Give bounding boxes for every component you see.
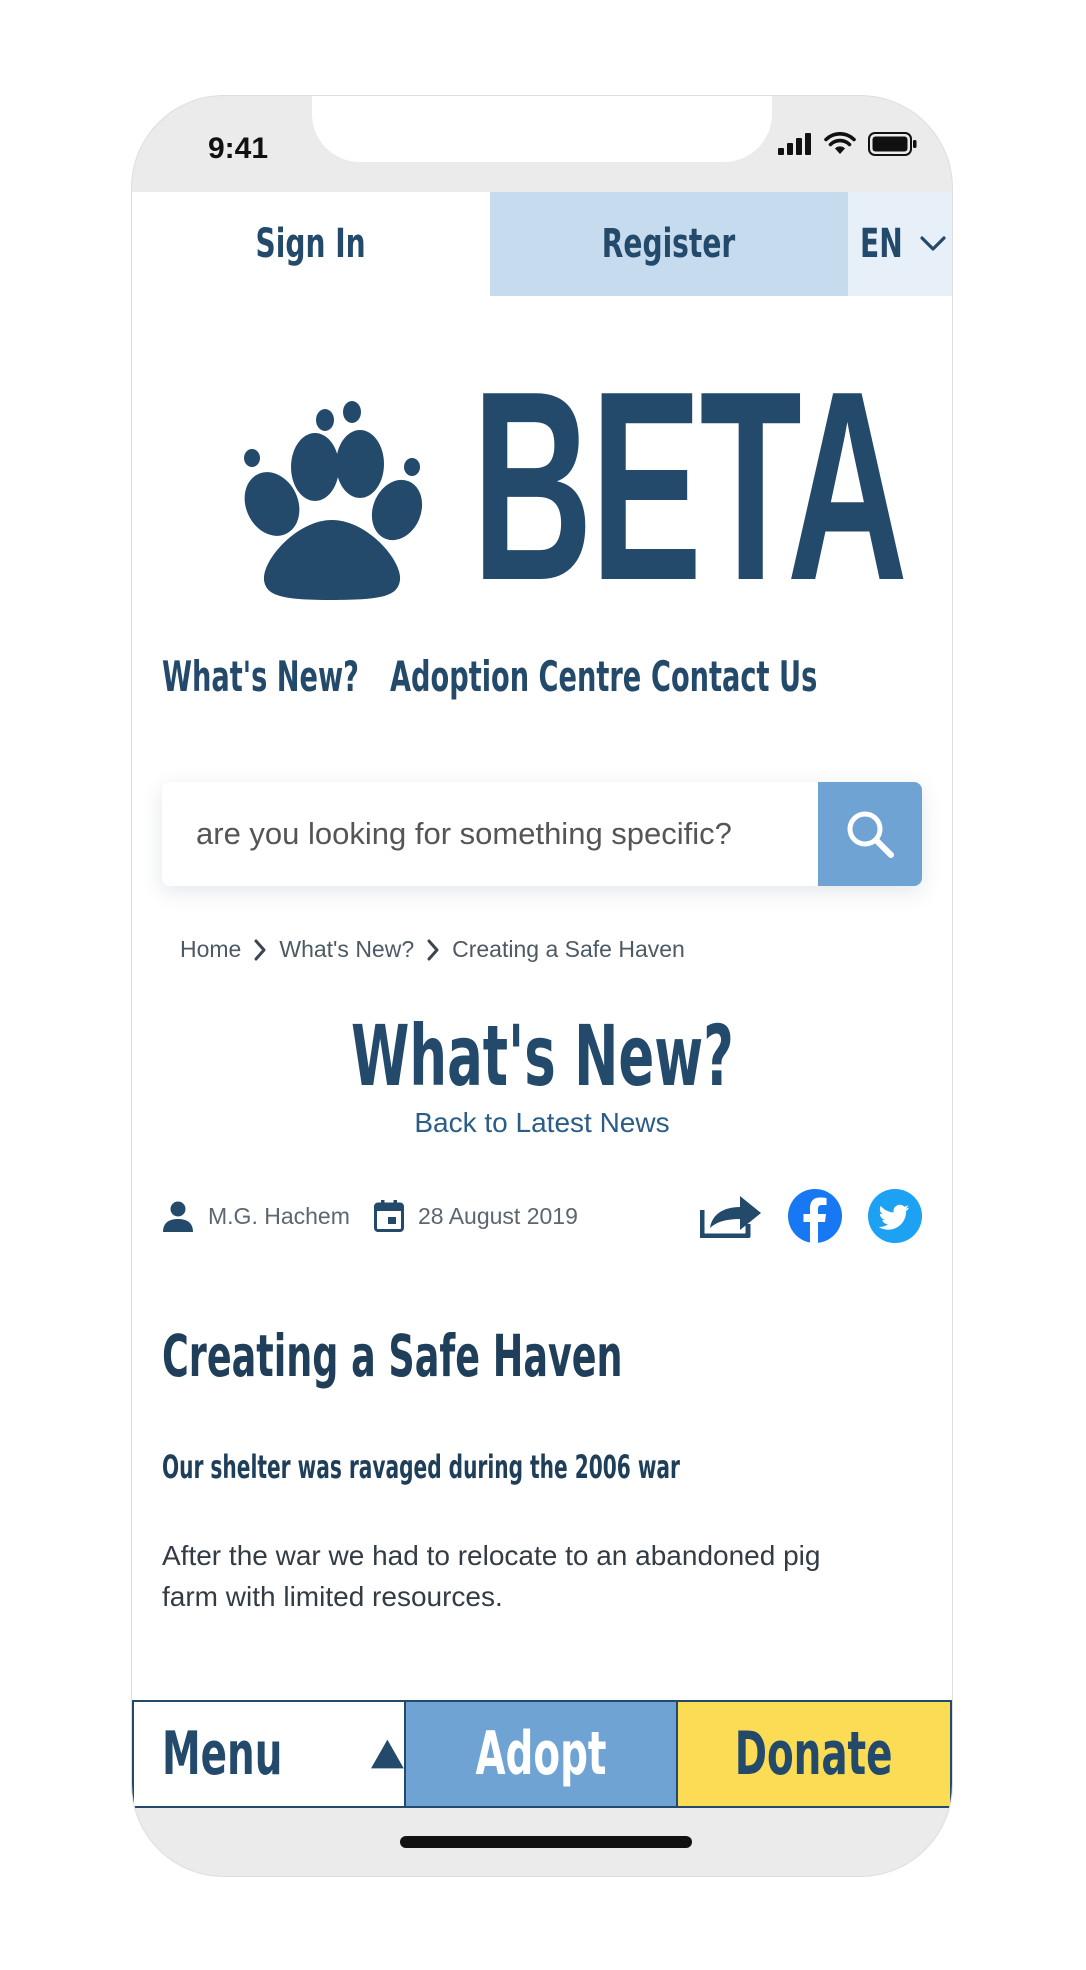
sign-in-label: Sign In: [255, 221, 367, 267]
breadcrumb: Home What's New? Creating a Safe Haven: [180, 936, 685, 963]
author: M.G. Hachem: [162, 1186, 350, 1246]
share-button[interactable]: [700, 1194, 762, 1238]
article-subtitle: Our shelter was ravaged during the 2006 …: [162, 1448, 680, 1486]
facebook-icon: [788, 1189, 842, 1243]
adopt-button[interactable]: Adopt: [406, 1702, 678, 1806]
phone-notch: [312, 96, 772, 162]
language-label: EN: [859, 221, 903, 267]
breadcrumb-whats-new[interactable]: What's New?: [279, 936, 414, 963]
main-nav: What's New? Adoption Centre Contact Us: [162, 652, 922, 712]
status-icons: [778, 132, 918, 156]
breadcrumb-home[interactable]: Home: [180, 936, 241, 963]
signal-icon: [778, 133, 811, 155]
phone-frame: 9:41 Sign In Register EN BETA What's New…: [132, 96, 952, 1876]
battery-icon: [868, 132, 917, 156]
page-title: What's New?: [132, 1014, 952, 1098]
twitter-icon: [868, 1189, 922, 1243]
calendar-icon: [374, 1200, 404, 1232]
back-to-latest-news-link[interactable]: Back to Latest News: [132, 1107, 952, 1139]
user-icon: [163, 1201, 193, 1232]
twitter-share-button[interactable]: [868, 1189, 922, 1243]
paw-icon: [244, 401, 423, 600]
article-title: Creating a Safe Haven: [162, 1322, 623, 1390]
search-button[interactable]: [818, 782, 922, 886]
share-icon: [700, 1196, 761, 1238]
search-icon: [847, 811, 894, 858]
menu-button[interactable]: Menu: [134, 1702, 406, 1806]
screen: Sign In Register EN BETA What's New? Ado…: [132, 192, 952, 1786]
breadcrumb-current: Creating a Safe Haven: [452, 936, 685, 962]
page-title-text: What's New?: [350, 1007, 734, 1105]
nav-item-adoption-centre[interactable]: Adoption Centre: [390, 652, 641, 701]
status-time: 9:41: [208, 132, 269, 165]
adopt-label: Adopt: [475, 1719, 607, 1789]
nav-item-whats-new[interactable]: What's New?: [162, 652, 359, 701]
share-bar: [700, 1186, 922, 1246]
publish-date: 28 August 2019: [374, 1186, 578, 1246]
chevron-down-icon: [920, 236, 946, 251]
search-input[interactable]: [162, 782, 818, 886]
wifi-icon: [824, 132, 856, 154]
site-logo[interactable]: BETA: [232, 352, 908, 622]
logo-text: BETA: [472, 336, 908, 637]
facebook-share-button[interactable]: [788, 1189, 842, 1243]
sign-in-button[interactable]: Sign In: [132, 192, 490, 296]
author-name: M.G. Hachem: [208, 1202, 350, 1229]
register-button[interactable]: Register: [490, 192, 848, 296]
chevron-right-icon: [427, 939, 439, 960]
search-box: [162, 782, 922, 886]
article-meta: M.G. Hachem 28 August 2019: [162, 1186, 922, 1246]
nav-item-contact-us[interactable]: Contact Us: [651, 652, 817, 701]
donate-button[interactable]: Donate: [678, 1702, 950, 1806]
donate-label: Donate: [735, 1719, 893, 1789]
language-selector[interactable]: EN: [848, 192, 952, 296]
menu-label: Menu: [162, 1719, 283, 1789]
home-indicator[interactable]: [400, 1836, 692, 1848]
date-text: 28 August 2019: [418, 1202, 578, 1229]
chevron-right-icon: [254, 939, 266, 960]
article-body: After the war we had to relocate to an a…: [162, 1540, 821, 1612]
bottom-action-bar: Menu Adopt Donate: [132, 1700, 952, 1808]
account-bar: Sign In Register EN: [132, 192, 952, 296]
register-label: Register: [602, 221, 736, 267]
triangle-up-icon: [371, 1739, 404, 1769]
